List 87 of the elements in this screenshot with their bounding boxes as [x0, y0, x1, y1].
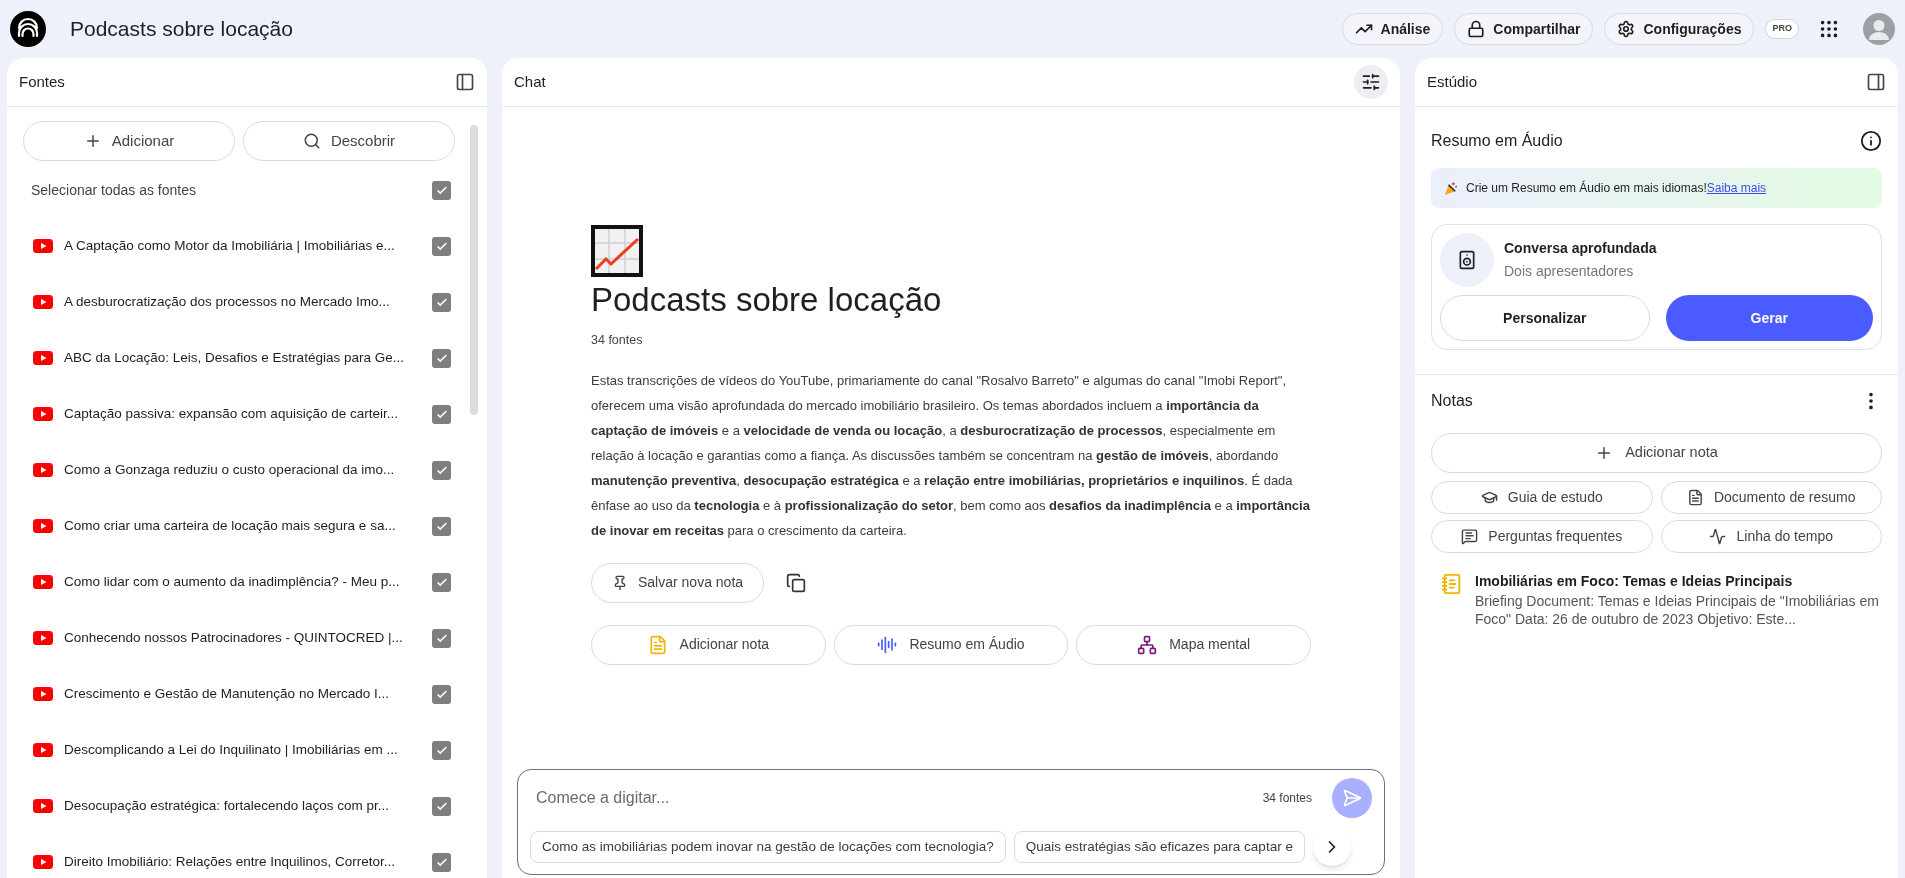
source-title[interactable]: Captação passiva: expansão com aquisição de carteir... [64, 403, 398, 425]
checkbox[interactable] [432, 460, 451, 480]
learn-more-link[interactable]: Saiba mais [1706, 181, 1767, 195]
party-popper-icon [1443, 180, 1458, 196]
panel-toggle-icon[interactable] [455, 72, 475, 92]
checkbox[interactable] [432, 572, 451, 592]
video-icon [33, 407, 53, 421]
source-title[interactable]: Direito Imobiliário: Relações entre Inquilinos, Corretor... [64, 851, 395, 873]
input-source-count: 34 fontes [1262, 790, 1312, 807]
chart-icon [591, 225, 643, 277]
video-icon [33, 295, 53, 309]
checkbox[interactable] [432, 180, 451, 200]
checkbox[interactable] [432, 236, 451, 256]
search-icon [302, 132, 321, 150]
note-preview: Briefing Document: Temas e Ideias Principais de "Imobiliárias em Foco" Data: 26 de outubro de 2023 Objetivo: Este... [1475, 592, 1880, 628]
source-title[interactable]: Desocupação estratégica: fortalecendo laços com pr... [64, 795, 389, 817]
copy-icon[interactable] [786, 572, 807, 593]
checkbox[interactable] [432, 348, 451, 368]
source-title[interactable]: Conhecendo nossos Patrocinadores - QUINTOCRED |... [64, 627, 403, 649]
scrollbar[interactable] [470, 125, 478, 415]
source-title[interactable]: Como a Gonzaga reduziu o custo operacional da imo... [64, 459, 395, 481]
checkbox[interactable] [432, 796, 451, 816]
video-icon [33, 519, 53, 533]
video-icon [33, 575, 53, 589]
chat-settings-button[interactable] [1354, 65, 1388, 99]
suggestion-chip[interactable]: Quais estratégias são eficazes para captar e [1013, 830, 1305, 864]
header-button[interactable]: Compartilhar [1454, 13, 1594, 45]
pin-icon [612, 574, 628, 591]
speaker-icon [1457, 250, 1477, 270]
customize-button[interactable]: Personalizar [1440, 295, 1650, 341]
video-icon [33, 799, 53, 813]
video-icon [33, 463, 53, 477]
checkbox[interactable] [432, 628, 451, 648]
note-title[interactable]: Imobiliárias em Foco: Temas e Ideias Principais [1475, 571, 1882, 592]
suggestion-chip[interactable]: Como as imobiliárias podem inovar na gestão de locações com tecnologia? [530, 830, 1006, 864]
sliders-icon [1361, 72, 1381, 92]
notebook-summary: Estas transcrições de vídeos do YouTube, primariamente do canal "Rosalvo Barreto" e algumas do canal "Imobi Report", oferecem uma visão aprofundada do mercado imobiliário brasileiro. Os temas abordados incluem a importância da captação de imóveis e a velocidade de venda ou locação, a desburocratização de processos, especialmente em relação à locação e garantias como a fiança. As discussões também se concentram na gestão de imóveis, abordando manutenção preventiva, desocupação estratégica e a relação entre imobiliárias, proprietários e inquilinos. É dada ênfase ao uso da tecnologia e à profissionalização do setor, bem como aos desafios da inadimplência e a importância de inovar em receitas para o crescimento da carteira. [591, 371, 1311, 540]
info-icon[interactable] [1860, 130, 1882, 152]
video-icon [33, 687, 53, 701]
panel-toggle-icon[interactable] [1866, 72, 1886, 92]
checkbox[interactable] [432, 292, 451, 312]
apps-icon[interactable] [1818, 18, 1840, 40]
panel-title: Chat [514, 71, 546, 92]
chat-input-box[interactable]: Comece a digitar... 34 fontes Como as imobiliárias podem inovar na gestão de locações com tecnologia? Quais estratégias são eficazes para captar e [517, 769, 1385, 875]
checkbox[interactable] [432, 516, 451, 536]
avatar[interactable] [1863, 13, 1895, 45]
source-title[interactable]: A desburocratização dos processos no Mercado Imo... [64, 291, 390, 313]
source-title[interactable]: A Captação como Motor da Imobiliária | Imobiliárias e... [64, 235, 395, 257]
promo-text: Crie um Resumo em Áudio em mais idiomas!Saiba mais [1466, 179, 1767, 197]
chat-list-icon [1461, 528, 1479, 545]
section-title: Resumo em Áudio [1431, 130, 1563, 151]
settings-icon [1617, 20, 1636, 38]
section-title: Notas [1431, 391, 1473, 411]
checkbox[interactable] [432, 740, 451, 760]
plan-badge: PRO [1765, 19, 1799, 39]
logo-icon[interactable] [10, 11, 46, 47]
panel-title: Estúdio [1427, 71, 1478, 92]
source-title[interactable]: Como lidar com o aumento da inadimplência? - Meu p... [64, 571, 400, 593]
video-icon [33, 351, 53, 365]
video-icon [33, 855, 53, 869]
header-button[interactable]: Configurações [1604, 13, 1755, 45]
graduation-cap-icon [1480, 489, 1498, 506]
select-all-label: Selecionar todas as fontes [31, 180, 196, 200]
video-icon [33, 239, 53, 253]
generate-button[interactable]: Gerar [1665, 295, 1873, 341]
checkbox[interactable] [432, 852, 451, 872]
checkbox[interactable] [432, 404, 451, 424]
source-title[interactable]: ABC da Locação: Leis, Desafios e Estratégias para Ge... [64, 347, 404, 369]
panel-title: Fontes [19, 71, 65, 92]
notebook-title[interactable]: Podcasts sobre locação [70, 13, 293, 45]
source-title[interactable]: Como criar uma carteira de locação mais segura e sa... [64, 515, 396, 537]
header-button[interactable]: Análise [1341, 13, 1444, 45]
mind-map-icon [1137, 634, 1158, 655]
note-icon [1441, 573, 1463, 595]
source-count: 34 fontes [591, 332, 644, 349]
video-icon [33, 631, 53, 645]
source-title[interactable]: Descomplicando a Lei do Inquilinato | Imobiliárias em ... [64, 739, 398, 761]
audio-waves-icon [877, 634, 898, 655]
lock-icon [1467, 20, 1486, 38]
document-icon [1686, 489, 1704, 506]
format-title: Conversa aprofundada [1504, 239, 1657, 258]
format-subtitle: Dois apresentadores [1504, 262, 1635, 281]
source-title[interactable]: Crescimento e Gestão de Manutenção no Mercado I... [64, 683, 389, 705]
send-icon [1342, 788, 1362, 808]
notebook-heading: Podcasts sobre locação [591, 280, 943, 320]
video-icon [33, 743, 53, 757]
checkbox[interactable] [432, 684, 451, 704]
